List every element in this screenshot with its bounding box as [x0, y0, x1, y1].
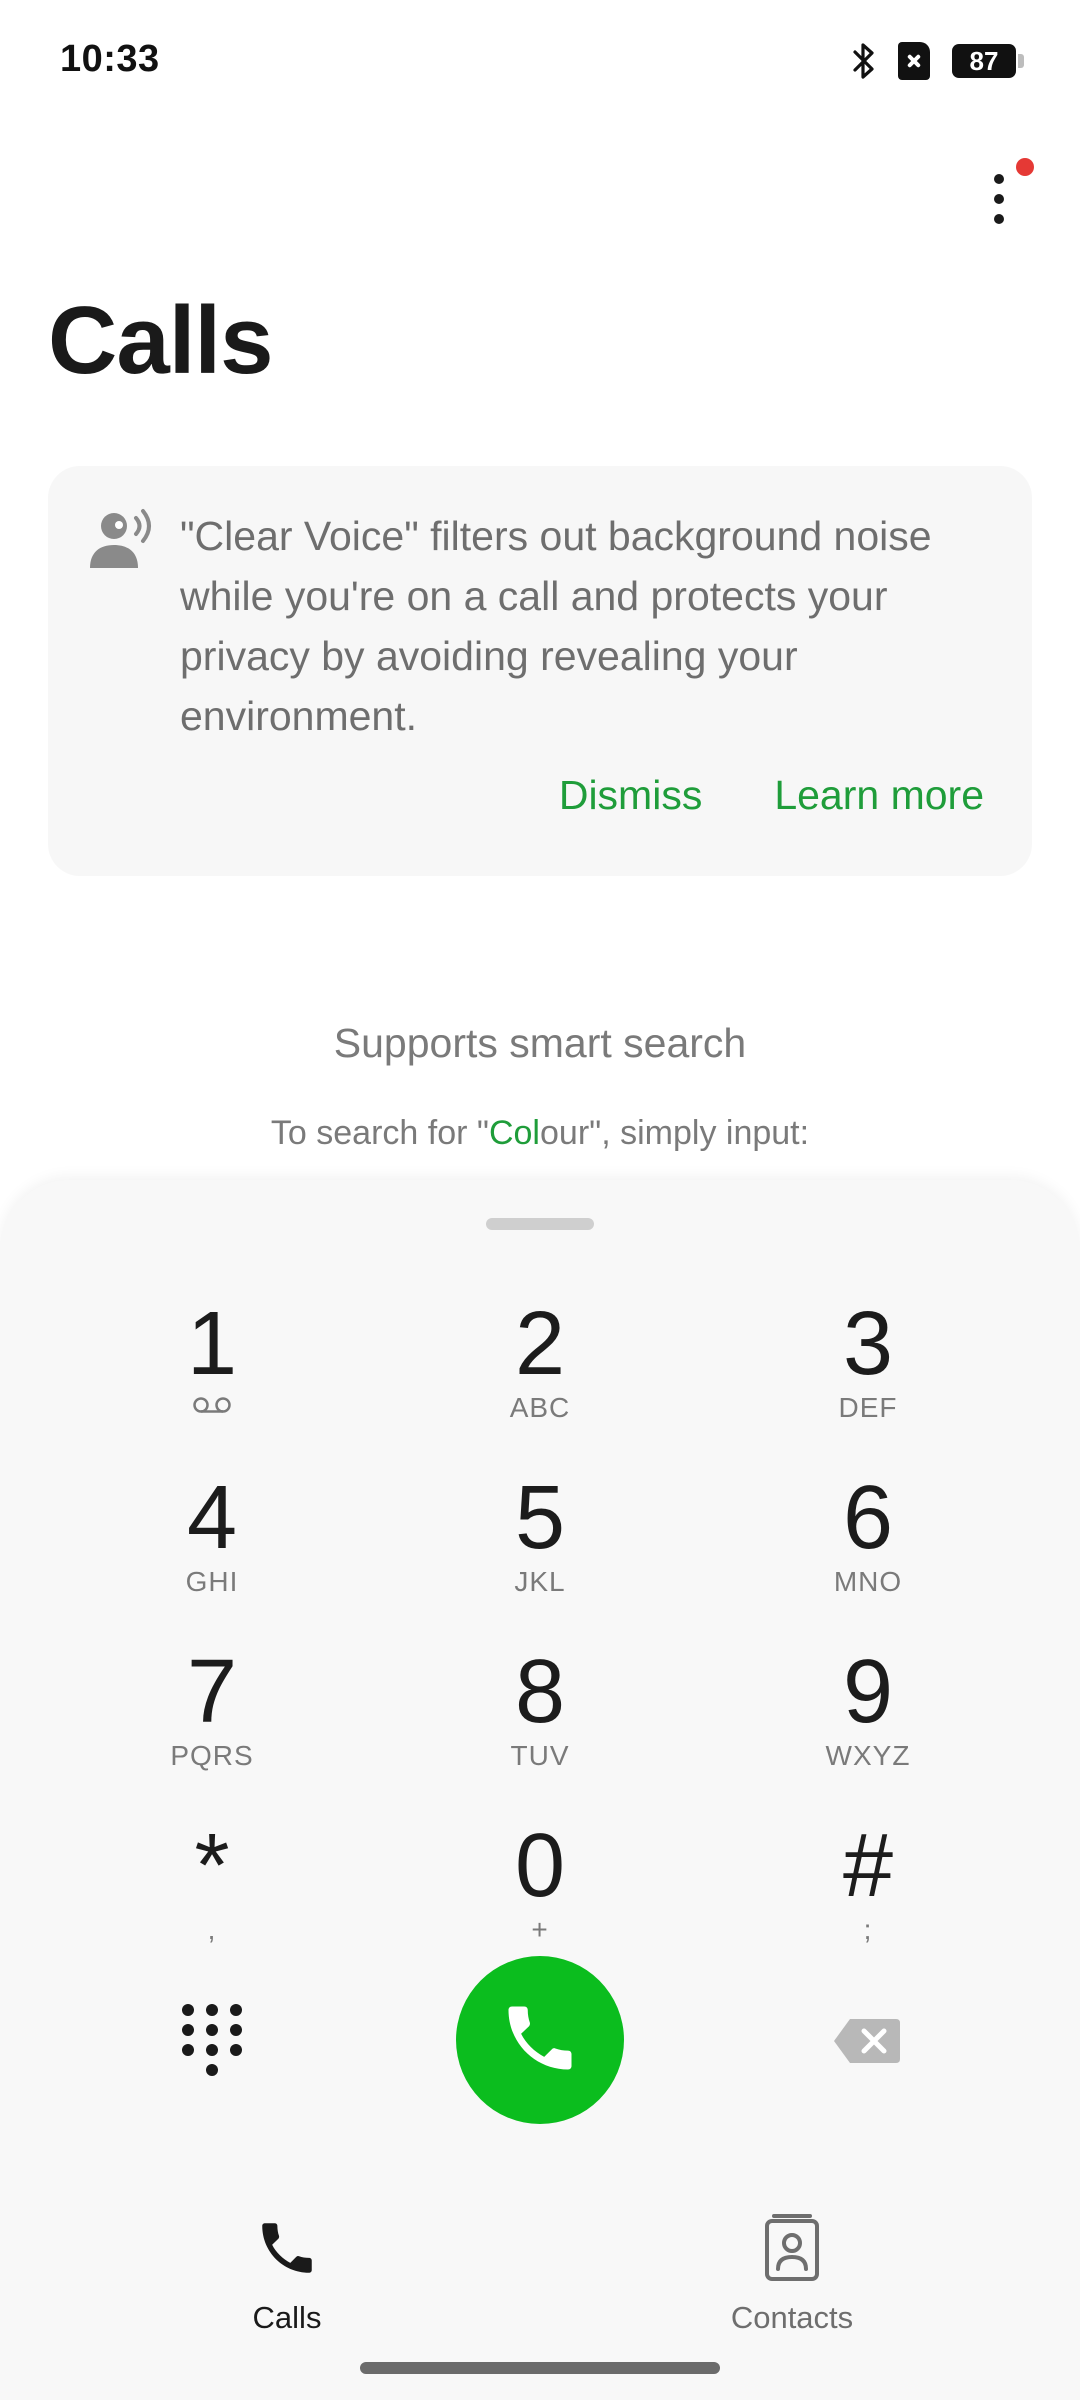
page-title: Calls	[48, 287, 273, 394]
bluetooth-icon	[852, 41, 876, 81]
key-digit: 7	[186, 1642, 238, 1742]
hint-rest: our"	[540, 1114, 602, 1152]
key-letters: MNO	[833, 1566, 903, 1597]
hint-highlight: Col	[488, 1114, 540, 1152]
key-digit: 9	[842, 1642, 894, 1742]
home-indicator[interactable]	[360, 2362, 720, 2374]
key-letters: GHI	[185, 1566, 239, 1597]
backspace-button[interactable]	[832, 2016, 902, 2066]
key-letters: PQRS	[170, 1740, 254, 1771]
key-letters: WXYZ	[825, 1740, 911, 1771]
voicemail-icon	[192, 1396, 232, 1419]
key-digit: 0	[514, 1816, 566, 1916]
battery-indicator: 87	[952, 44, 1024, 78]
key-digit: 3	[842, 1294, 894, 1394]
key-digit: 5	[514, 1468, 566, 1568]
key-digit: 4	[186, 1468, 238, 1568]
dial-key-5[interactable]: 5 JKL	[420, 1470, 660, 1620]
clear-voice-tip-card: "Clear Voice" filters out background noi…	[48, 466, 1032, 876]
key-letters: ABC	[509, 1392, 571, 1423]
key-letters: TUV	[510, 1740, 570, 1771]
menu-dot	[994, 214, 1004, 224]
dial-key-1[interactable]: 1	[92, 1296, 332, 1446]
key-digit: 2	[514, 1294, 566, 1394]
dial-key-3[interactable]: 3 DEF	[748, 1296, 988, 1446]
menu-dot	[994, 194, 1004, 204]
nav-label-calls: Calls	[252, 2300, 322, 2335]
key-digit: *	[194, 1816, 230, 1916]
no-sim-icon	[898, 42, 930, 80]
smart-search-title: Supports smart search	[333, 1020, 747, 1066]
notification-badge	[1016, 158, 1034, 176]
dial-key-4[interactable]: 4 GHI	[92, 1470, 332, 1620]
learn-more-button[interactable]: Learn more	[774, 772, 984, 819]
key-symbol: +	[531, 1914, 549, 1945]
key-digit: #	[842, 1816, 894, 1916]
dial-key-7[interactable]: 7 PQRS	[92, 1644, 332, 1794]
key-digit: 1	[186, 1294, 238, 1394]
menu-dot	[994, 174, 1004, 184]
dial-key-hash[interactable]: # ;	[748, 1818, 988, 1968]
dial-key-star[interactable]: * ,	[92, 1818, 332, 1968]
status-icons: 87	[852, 38, 1024, 84]
clear-voice-icon	[86, 506, 156, 576]
key-symbol: ;	[863, 1914, 873, 1945]
dismiss-button[interactable]: Dismiss	[559, 772, 702, 819]
nav-tab-calls[interactable]: Calls	[137, 2210, 437, 2336]
dial-key-9[interactable]: 9 WXYZ	[748, 1644, 988, 1794]
dial-key-2[interactable]: 2 ABC	[420, 1296, 660, 1446]
call-button[interactable]	[456, 1956, 624, 2124]
contact-card-icon	[642, 2210, 942, 2286]
dialpad-toggle-button[interactable]	[172, 2000, 252, 2080]
key-letters: JKL	[514, 1566, 566, 1597]
hint-suffix: , simply input:	[601, 1114, 810, 1152]
phone-icon	[498, 1996, 582, 2085]
smart-search-hint: To search for "Colour", simply input:	[0, 1114, 1080, 1153]
dial-key-6[interactable]: 6 MNO	[748, 1470, 988, 1620]
dial-key-8[interactable]: 8 TUV	[420, 1644, 660, 1794]
hint-prefix: To search for "	[270, 1114, 489, 1152]
nav-tab-contacts[interactable]: Contacts	[642, 2210, 942, 2336]
phone-screen: 10:33 87 Calls "Clear Voice" filters out…	[0, 0, 1080, 2400]
key-letters: DEF	[838, 1392, 898, 1423]
dial-key-0[interactable]: 0 +	[420, 1818, 660, 1968]
dialpad-grid-icon	[172, 2004, 252, 2084]
key-digit: 8	[514, 1642, 566, 1742]
phone-icon	[137, 2210, 437, 2286]
status-time: 10:33	[60, 38, 160, 80]
tip-description: "Clear Voice" filters out background noi…	[180, 513, 932, 739]
tip-actions: Dismiss Learn more	[559, 772, 984, 819]
status-bar: 10:33 87	[0, 0, 1080, 120]
nav-label-contacts: Contacts	[730, 2300, 854, 2335]
battery-level: 87	[969, 45, 999, 76]
drag-handle[interactable]	[486, 1218, 594, 1230]
key-digit: 6	[842, 1468, 894, 1568]
key-symbol: ,	[207, 1914, 217, 1945]
backspace-icon	[832, 2019, 902, 2070]
